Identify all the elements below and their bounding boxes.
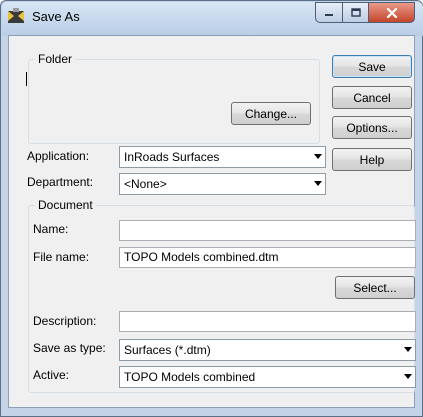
cancel-button[interactable]: Cancel [332, 86, 412, 109]
minimize-icon [325, 13, 333, 16]
active-value: TOPO Models combined [124, 370, 256, 384]
folder-legend: Folder [38, 52, 73, 66]
close-button[interactable] [368, 2, 415, 23]
chevron-down-icon [314, 181, 322, 186]
file-name-label: File name: [33, 250, 90, 264]
chevron-down-icon [404, 347, 412, 352]
department-select[interactable]: <None> [119, 173, 326, 195]
text-caret [26, 72, 27, 86]
close-icon [386, 7, 397, 18]
description-input[interactable] [119, 311, 416, 332]
name-label: Name: [33, 222, 69, 236]
file-name-input[interactable]: TOPO Models combined.dtm [119, 247, 416, 268]
maximize-icon [350, 7, 361, 17]
chevron-down-icon [314, 154, 322, 159]
options-button[interactable]: Options... [332, 116, 412, 139]
folder-group: Folder [28, 52, 320, 144]
department-value: <None> [124, 177, 167, 191]
folder-path[interactable] [34, 70, 214, 88]
save-as-type-value: Surfaces (*.dtm) [124, 343, 211, 357]
select-button[interactable]: Select... [335, 276, 415, 299]
chevron-down-icon [404, 374, 412, 379]
description-label: Description: [33, 314, 97, 328]
application-label: Application: [27, 149, 90, 163]
application-value: InRoads Surfaces [124, 150, 220, 164]
minimize-button[interactable] [315, 2, 343, 23]
save-as-type-select[interactable]: Surfaces (*.dtm) [119, 339, 416, 361]
department-label: Department: [27, 175, 94, 189]
save-button[interactable]: Save [332, 55, 412, 78]
active-label: Active: [33, 368, 70, 382]
application-select[interactable]: InRoads Surfaces [119, 146, 326, 168]
save-as-type-label: Save as type: [33, 341, 106, 355]
active-select[interactable]: TOPO Models combined [119, 366, 416, 388]
maximize-button[interactable] [342, 2, 369, 23]
help-button[interactable]: Help [332, 148, 412, 171]
change-folder-button[interactable]: Change... [231, 102, 311, 125]
name-input[interactable] [119, 220, 416, 241]
document-legend: Document [38, 198, 93, 212]
save-as-app-icon [7, 8, 25, 24]
window-title: Save As [32, 9, 80, 24]
